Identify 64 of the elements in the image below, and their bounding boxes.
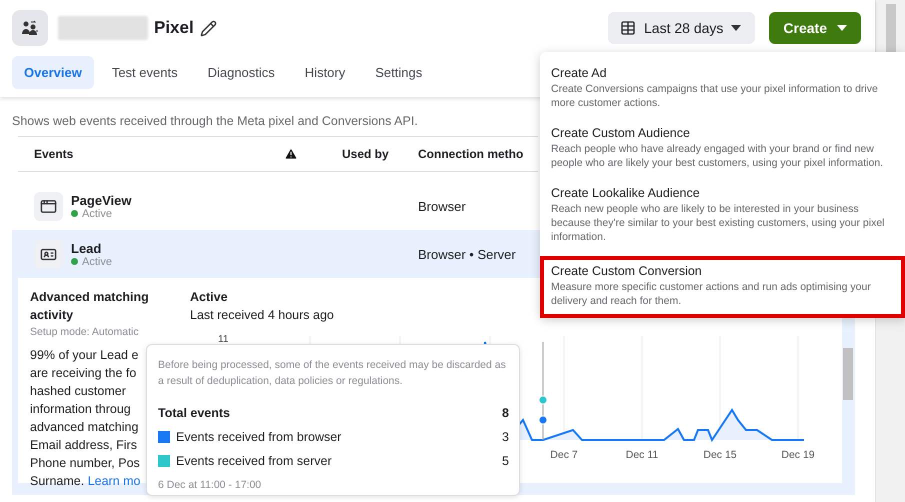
- menu-item-title: Create Ad: [551, 66, 608, 80]
- body-text: Surname. Learn mo: [30, 473, 140, 490]
- x-axis-label: Dec 7: [550, 449, 578, 461]
- menu-item-description: Reach people who have already engaged with your brand or find new people who are likely your best customers, using your pixel information.: [551, 142, 884, 170]
- event-status: Active: [82, 256, 112, 268]
- caret-icon: [837, 25, 847, 31]
- x-axis-label: Dec 11: [626, 449, 658, 461]
- series-label: Events received from browser: [176, 430, 342, 444]
- series-value: 3: [502, 430, 509, 444]
- total-value: 8: [502, 406, 509, 420]
- scrollbar-thumb[interactable]: [843, 348, 853, 400]
- learn-more-link[interactable]: Learn mo: [88, 474, 140, 488]
- body-text: 99% of your Lead e: [30, 347, 138, 364]
- connection-method: Browser: [418, 198, 466, 214]
- tab[interactable]: Test events: [100, 56, 190, 89]
- tab[interactable]: Settings: [363, 56, 434, 89]
- menu-item[interactable]: Create Custom Conversion Measure more specific customer actions and run ads optimising your delivery and reach for them.: [540, 256, 905, 318]
- status-dot: [71, 258, 78, 265]
- x-axis-label: Dec 19: [781, 449, 815, 461]
- page-title: Pixel: [154, 18, 194, 38]
- body-text: information throug: [30, 401, 131, 418]
- series-value: 5: [502, 454, 509, 468]
- tab[interactable]: History: [292, 56, 358, 89]
- tab[interactable]: Diagnostics: [196, 56, 287, 89]
- warning-icon: [284, 147, 298, 161]
- time-range: 6 Dec at 11:00 - 17:00: [158, 479, 262, 491]
- x-axis-label: Dec 15: [703, 449, 737, 461]
- column-header: Used by: [342, 147, 390, 161]
- event-name: Lead: [71, 240, 102, 256]
- series-label: Events received from server: [176, 454, 332, 468]
- body-text: Email address, Firs: [30, 437, 137, 454]
- body-text: Phone number, Pos: [30, 455, 140, 472]
- calendar-icon: [620, 20, 636, 36]
- column-header: Connection metho: [418, 147, 524, 161]
- connection-method: Browser • Server: [418, 246, 516, 262]
- last-received: Last received 4 hours ago: [190, 307, 334, 324]
- body-text: hashed customer: [30, 383, 126, 400]
- edit-icon[interactable]: [200, 20, 217, 36]
- browser-window-icon: [40, 198, 57, 214]
- y-axis-label: 11: [218, 334, 228, 345]
- create-button[interactable]: Create: [769, 12, 861, 44]
- menu-item-description: Measure more specific customer actions and run ads optimising your delivery and reach for them.: [551, 280, 872, 308]
- menu-item-title: Create Custom Audience: [551, 126, 691, 140]
- people-icon: [12, 10, 48, 46]
- body-text: are receiving the fo: [30, 365, 136, 382]
- caret-icon: [731, 25, 742, 31]
- event-name: PageView: [71, 192, 132, 208]
- setup-mode: Setup mode: Automatic: [30, 326, 139, 338]
- body-text: advanced matching: [30, 419, 138, 436]
- page-description: Shows web events received through the Meta pixel and Conversions API.: [12, 114, 419, 128]
- menu-item[interactable]: Create Ad Create Conversions campaigns that use your pixel information to drive more customer actions.: [540, 58, 905, 118]
- menu-item[interactable]: Create Custom Audience Reach people who have already engaged with your brand or find new people who are likely your best customers, using your pixel information.: [540, 118, 905, 178]
- tooltip-note: Before being processed, some of the events received may be discarded as a result of deduplication, data policies or regulations.: [158, 358, 507, 389]
- column-header: Events: [34, 147, 74, 161]
- menu-item-title: Create Custom Conversion: [551, 264, 703, 278]
- section-title: Advanced matching activity: [30, 289, 150, 324]
- total-label: Total events: [158, 406, 230, 420]
- menu-item-description: Create Conversions campaigns that use your pixel information to drive more customer actions.: [551, 82, 879, 110]
- status-title: Active: [190, 289, 228, 306]
- event-status: Active: [82, 208, 112, 220]
- status-dot: [71, 210, 78, 217]
- date-range-button[interactable]: Last 28 days: [608, 12, 756, 44]
- tab[interactable]: Overview: [12, 56, 94, 89]
- menu-item-title: Create Lookalike Audience: [551, 186, 701, 200]
